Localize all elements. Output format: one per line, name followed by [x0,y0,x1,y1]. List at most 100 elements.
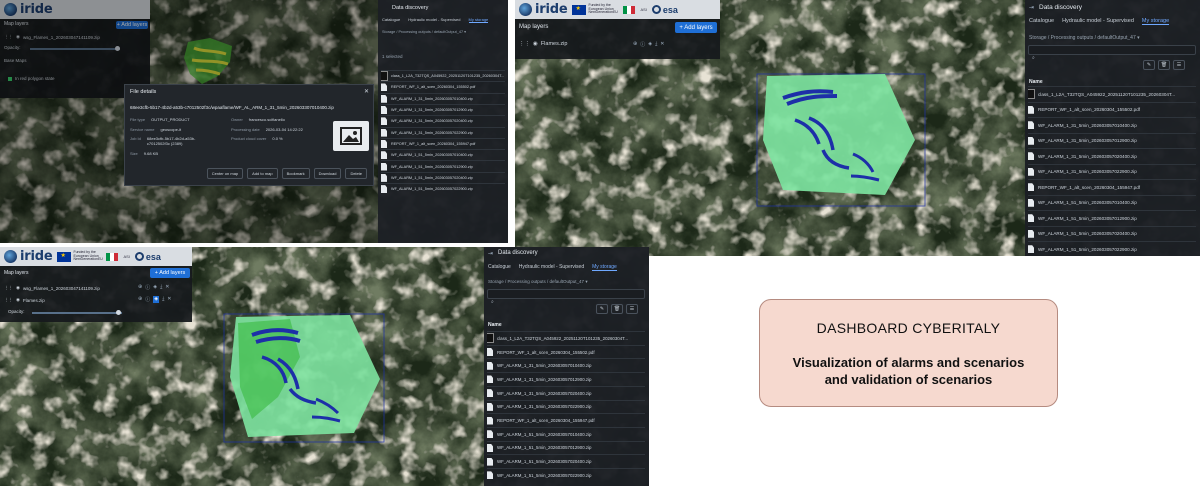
trash-icon[interactable]: 🗑 [611,304,623,314]
file-row[interactable]: WF_ALARM_1_51_5min_202603057012900.zip [487,440,645,455]
add-layers-button[interactable]: + Add layers [150,268,190,278]
tab-catalogue[interactable]: Catalogue [1029,18,1054,25]
file-row[interactable]: WF_ALARM_1_31_5min_202603057010400.zip [1028,117,1196,133]
bookmark-button[interactable]: Bookmark [281,168,310,179]
file-row[interactable]: WF_ALARM_1_51_5min_202603057010400.zip [487,426,645,441]
visibility-icon[interactable]: ◉ [16,297,20,303]
opacity-slider[interactable] [32,310,122,315]
tab-catalogue[interactable]: Catalogue [488,264,511,271]
zoom-to-icon[interactable]: ⊕ [138,284,142,291]
tab-my-storage[interactable]: My storage [592,264,617,271]
file-name: REPORT_WF_1_alt_scen_20260304_155502.pdf [497,349,595,355]
zoom-to-icon[interactable]: ⊕ [633,41,637,48]
breadcrumb[interactable]: Storage / Processing outputs / defaultOu… [1029,35,1140,41]
layer-row[interactable]: ⋮⋮ ◉ wsg_Flames_1_202603047141109.zip [4,285,100,291]
info-icon[interactable]: ⓘ [640,41,645,48]
tab-hydraulic[interactable]: Hydraulic model - Supervised [1062,18,1134,25]
file-row[interactable]: WF_ALARM_1_31_5min_202603057010400.zip [487,358,645,372]
file-row[interactable]: REPORT_WF_1_alt_scen_20260304_155947.pdf [381,137,505,149]
file-row[interactable]: WF_ALARM_1_31_5min_202603057020400.zip [1028,148,1196,164]
tab-my-storage[interactable]: My storage [1141,18,1170,25]
tab-my-storage[interactable]: My storage [468,17,489,23]
search-input[interactable]: ⌕ [1028,45,1196,61]
remove-icon[interactable]: ✕ [660,41,664,48]
file-row[interactable]: WF_ALARM_1_31_5min_202603057012900.zip [487,372,645,386]
zip-file-icon [1028,152,1034,161]
file-row[interactable]: REPORT_WF_1_alt_scen_20260304_155947.pdf [1028,179,1196,195]
tab-hydraulic[interactable]: Hydraulic model - Supervised [519,264,584,271]
layer-row[interactable]: ⋮⋮ ◉ Flames.zip [4,297,45,303]
file-name: WF_ALARM_1_51_5min_202603057022900.zip [497,472,592,478]
close-icon[interactable]: ✕ [364,88,369,95]
edit-icon[interactable]: ✎ [1143,60,1155,70]
file-row[interactable]: WF_ALARM_1_51_5min_202603057020400.zip [1028,225,1196,242]
file-row[interactable]: WF_ALARM_1_51_5min_202603057012900.zip [1028,210,1196,226]
add-layers-button[interactable]: + Add layers [675,22,717,33]
download-icon[interactable]: ⤓ [160,284,162,291]
file-row[interactable]: REPORT_WF_1_alt_scen_20260304_155947.pdf [487,413,645,427]
file-row[interactable]: WF_ALARM_1_31_5min_202603057020400.zip [487,385,645,400]
file-row[interactable]: REPORT_WF_1_alt_scen_20260304_155502.pdf [1028,101,1196,118]
file-row[interactable]: REPORT_WF_1_alt_scen_20260304_155502.pdf [487,344,645,359]
drag-handle-icon[interactable]: ⋮⋮ [4,285,13,291]
file-row[interactable]: WF_ALARM_1_51_5min_202603057012900.zip [381,160,505,171]
trash-icon[interactable]: 🗑 [1158,60,1170,70]
file-row[interactable]: WF_ALARM_1_51_5min_202603057020400.zip [487,454,645,468]
pdf-file-icon [1028,183,1034,192]
tab-hydraulic[interactable]: Hydraulic model - Supervised [408,17,460,23]
file-row[interactable]: WF_ALARM_1_51_5min_202603057022900.zip [381,183,505,194]
file-row[interactable]: WF_ALARM_1_31_5min_202603057010400.zip [381,92,505,104]
drag-handle-icon[interactable]: ⋮⋮ [519,41,530,47]
info-icon[interactable]: ⓘ [145,284,150,291]
file-row[interactable]: WF_ALARM_1_31_5min_202603057022900.zip [1028,163,1196,180]
search-input[interactable]: ⌕ [487,289,645,305]
file-row[interactable]: REPORT_WF_1_alt_scen_20260304_155502.pdf [381,81,505,92]
edit-icon[interactable]: ✎ [596,304,608,314]
download-button[interactable]: Download [313,168,342,179]
file-row[interactable]: WF_ALARM_1_31_5min_202603057012900.zip [381,103,505,115]
column-header-name[interactable]: Name [488,322,502,328]
remove-icon[interactable]: ✕ [165,284,169,291]
file-row[interactable]: WF_ALARM_1_51_5min_202603057022900.zip [487,468,645,482]
column-header-name[interactable]: Name [1029,79,1043,85]
collapse-icon[interactable]: ⇥ [1029,4,1034,11]
file-row[interactable]: WF_ALARM_1_31_5min_202603057012900.zip [1028,132,1196,149]
file-row[interactable]: WF_ALARM_1_31_5min_202603057020400.zip [381,115,505,126]
remove-icon[interactable]: ✕ [167,296,171,303]
style-icon[interactable]: ◈ [153,284,157,291]
file-row[interactable]: class_1_L2A_T32TQS_A045922_20251120T1012… [487,331,645,345]
download-icon[interactable]: ⤓ [655,41,657,48]
drag-handle-icon[interactable]: ⋮⋮ [4,297,13,303]
file-row[interactable]: class_1_L2A_T32TQS_A045922_20251120T1012… [1028,86,1196,102]
layer-row[interactable]: ⋮⋮ ◉ Flames.zip [519,41,567,47]
slider-knob[interactable] [116,310,121,315]
zoom-to-icon[interactable]: ⊕ [138,296,142,303]
iride-logo: iride [519,2,568,17]
info-icon[interactable]: ⓘ [145,296,150,303]
style-icon[interactable]: ◈ [648,41,652,48]
breadcrumb[interactable]: Storage / Processing outputs / defaultOu… [382,29,466,34]
list-view-icon[interactable]: ☰ [626,304,638,314]
collapse-icon[interactable]: ⇥ [488,250,493,257]
asi-logo: ASI [123,254,130,259]
delete-button[interactable]: Delete [345,168,367,179]
subtitle-line-2: and validation of scenarios [824,372,993,387]
iride-mark-icon [4,250,17,263]
visibility-icon[interactable]: ◉ [533,41,538,47]
breadcrumb[interactable]: Storage / Processing outputs / defaultOu… [488,279,588,285]
list-view-icon[interactable]: ☰ [1173,60,1185,70]
download-icon[interactable]: ⤓ [162,296,164,303]
file-row[interactable]: WF_ALARM_1_51_5min_202603057022900.zip [1028,241,1196,256]
add-to-map-button[interactable]: Add to map [247,168,278,179]
file-row[interactable]: WF_ALARM_1_31_5min_202603057022900.zip [381,126,505,138]
style-icon[interactable]: ◈ [153,296,160,303]
file-row[interactable]: WF_ALARM_1_51_5min_202603057010400.zip [1028,194,1196,211]
file-row[interactable]: WF_ALARM_1_51_5min_202603057020400.zip [381,171,505,183]
center-on-map-button[interactable]: Center on map [206,168,244,179]
file-row[interactable]: class_1_L2A_T32TQS_A045922_20251120T1012… [381,70,505,82]
tab-catalogue[interactable]: Catalogue [382,17,400,23]
app-header: iride Funded by the European Union NextG… [515,0,720,19]
visibility-icon[interactable]: ◉ [16,285,20,291]
file-row[interactable]: WF_ALARM_1_51_5min_202603057010400.zip [381,149,505,160]
file-row[interactable]: WF_ALARM_1_31_5min_202603057022900.zip [487,399,645,414]
